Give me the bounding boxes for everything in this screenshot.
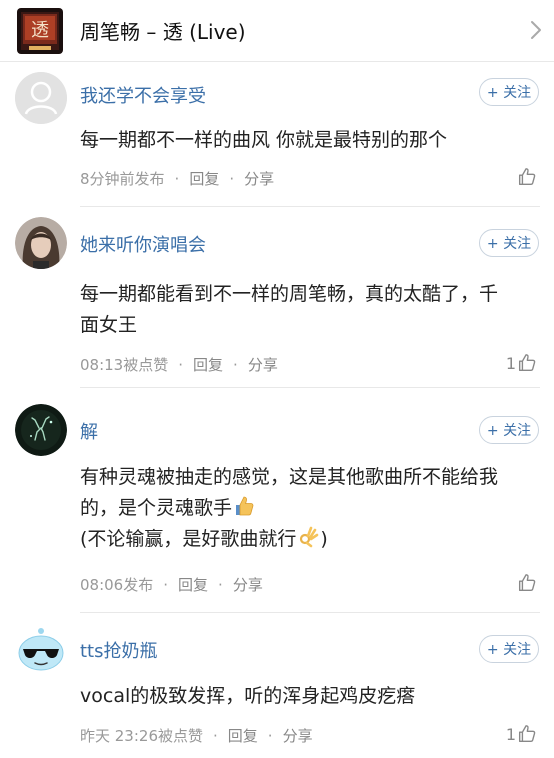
- avatar[interactable]: [15, 404, 67, 456]
- comment-text-line2-end: ): [320, 528, 328, 550]
- ok-hand-emoji: [300, 526, 319, 548]
- reply-button[interactable]: 回复: [228, 725, 258, 746]
- comment-item: 她来听你演唱会 + 关注 每一期都能看到不一样的周笔畅，真的太酷了，千面女王 0…: [0, 207, 554, 387]
- comment-meta: 08:13被点赞 · 回复 · 分享: [80, 354, 278, 375]
- chevron-right-icon[interactable]: [524, 18, 548, 42]
- photo-avatar-icon: [15, 217, 67, 269]
- comment-meta: 08:06发布 · 回复 · 分享: [80, 574, 263, 595]
- username[interactable]: 解: [80, 418, 98, 444]
- avatar[interactable]: [15, 623, 67, 675]
- share-button[interactable]: 分享: [248, 354, 278, 375]
- like-button[interactable]: [516, 572, 538, 594]
- song-title: 周笔畅 – 透 (Live): [80, 20, 246, 44]
- comment-text: 有种灵魂被抽走的感觉，这是其他歌曲所不能给我的，是个灵魂歌手 (不论输赢，是好歌…: [80, 462, 525, 555]
- comment-meta: 昨天 23:26被点赞 · 回复 · 分享: [80, 725, 313, 746]
- timestamp: 8分钟前发布: [80, 170, 165, 188]
- comment-text-line2: (不论输赢，是好歌曲就行: [80, 528, 297, 550]
- thumbs-up-icon: [518, 574, 536, 592]
- comment-text: 每一期都能看到不一样的周笔畅，真的太酷了，千面女王: [80, 283, 499, 336]
- svg-text:透: 透: [31, 20, 49, 41]
- thumbs-up-icon: [518, 354, 536, 372]
- thumbs-up-icon: [518, 168, 536, 186]
- reply-button[interactable]: 回复: [193, 354, 223, 375]
- follow-button[interactable]: + 关注: [479, 635, 539, 663]
- deer-avatar-icon: [15, 404, 67, 456]
- follow-button[interactable]: + 关注: [479, 416, 539, 444]
- avatar[interactable]: [15, 217, 67, 269]
- comment-text-line1: 有种灵魂被抽走的感觉，这是其他歌曲所不能给我的，是个灵魂歌手: [80, 466, 499, 519]
- reply-button[interactable]: 回复: [178, 574, 208, 595]
- sunglasses-cartoon-avatar-icon: [15, 623, 67, 675]
- thumbs-up-emoji: [236, 496, 254, 516]
- like-button[interactable]: [516, 166, 538, 188]
- like-button[interactable]: 1: [506, 352, 538, 374]
- share-button[interactable]: 分享: [283, 725, 313, 746]
- like-count: 1: [505, 353, 516, 373]
- comment-text: vocal的极致发挥，听的浑身起鸡皮疙瘩: [80, 685, 416, 707]
- comment-item: 我还学不会享受 + 关注 每一期都不一样的曲风 你就是最特别的那个 8分钟前发布…: [0, 62, 554, 207]
- timestamp: 08:06发布: [80, 576, 154, 594]
- thumbs-up-icon: [518, 725, 536, 743]
- comment-item: 解 + 关注 有种灵魂被抽走的感觉，这是其他歌曲所不能给我的，是个灵魂歌手 (不…: [0, 388, 554, 613]
- comment-meta: 8分钟前发布 · 回复 · 分享: [80, 168, 275, 189]
- comment-text: 每一期都不一样的曲风 你就是最特别的那个: [80, 129, 448, 151]
- follow-button[interactable]: + 关注: [479, 229, 539, 257]
- follow-button[interactable]: + 关注: [479, 78, 539, 106]
- timestamp: 08:13被点赞: [80, 356, 169, 374]
- avatar[interactable]: [15, 72, 67, 124]
- comment-item: tts抢奶瓶 + 关注 vocal的极致发挥，听的浑身起鸡皮疙瘩 昨天 23:2…: [0, 613, 554, 758]
- username[interactable]: 她来听你演唱会: [80, 231, 206, 257]
- reply-button[interactable]: 回复: [189, 168, 219, 189]
- like-count: 1: [505, 724, 516, 744]
- default-avatar-icon: [15, 72, 67, 124]
- song-header[interactable]: 透 周笔畅 – 透 (Live): [0, 0, 554, 62]
- timestamp: 昨天 23:26被点赞: [80, 727, 203, 745]
- like-button[interactable]: 1: [506, 723, 538, 745]
- share-button[interactable]: 分享: [244, 168, 274, 189]
- username[interactable]: 我还学不会享受: [80, 82, 206, 108]
- album-cover: 透: [17, 8, 63, 54]
- username[interactable]: tts抢奶瓶: [80, 637, 158, 663]
- share-button[interactable]: 分享: [233, 574, 263, 595]
